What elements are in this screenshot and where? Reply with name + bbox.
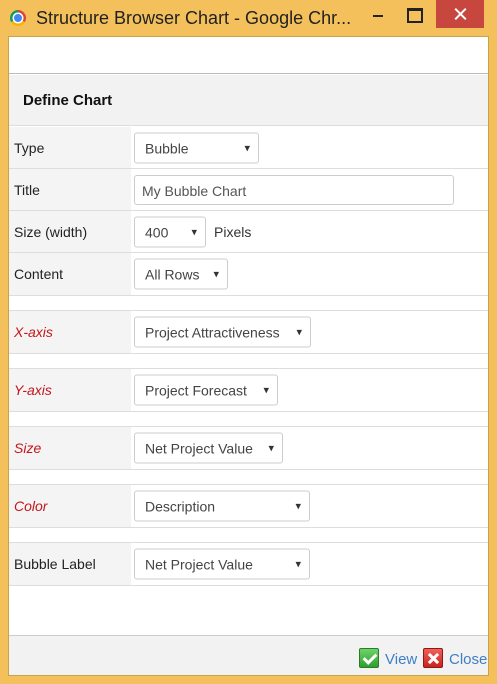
chevron-down-icon: ▾: [191, 226, 197, 238]
color-value: Description: [145, 498, 216, 515]
chevron-down-icon: ▾: [268, 442, 274, 455]
label-cell: Type: [9, 127, 131, 168]
bubble-label-select[interactable]: Net Project Value ▾: [134, 548, 310, 580]
size-value: Net Project Value: [145, 440, 253, 457]
size-label: Size: [14, 440, 42, 456]
window-close-button[interactable]: [436, 0, 484, 28]
x-axis-row: X-axis Project Attractiveness ▾: [9, 311, 488, 354]
close-label: Close: [449, 651, 488, 668]
y-axis-label: Y-axis: [14, 382, 52, 398]
content-value: All Rows: [145, 266, 200, 283]
view-label: View: [385, 651, 418, 668]
label-cell: Y-axis: [9, 369, 131, 411]
size-width-label: Size (width): [14, 223, 88, 240]
bubble-label-label: Bubble Label: [14, 556, 96, 572]
define-chart-header: Define Chart: [9, 75, 488, 126]
size-width-row: Size (width) 400 ▾ Pixels: [9, 211, 488, 253]
label-cell: Size: [9, 427, 131, 469]
close-button[interactable]: Close: [423, 648, 489, 668]
size-row: Size Net Project Value ▾: [9, 427, 488, 470]
x-axis-value: Project Attractiveness: [145, 324, 280, 341]
title-value: My Bubble Chart: [142, 182, 247, 199]
content-label: Content: [14, 266, 64, 282]
top-strip: [9, 37, 488, 74]
window-titlebar[interactable]: Structure Browser Chart - Google Chr...: [0, 0, 497, 36]
color-select[interactable]: Description ▾: [134, 490, 310, 522]
label-cell: Color: [9, 485, 131, 527]
x-axis-select[interactable]: Project Attractiveness ▾: [134, 316, 311, 348]
size-width-value: 400: [145, 224, 169, 240]
section-spacer: [9, 412, 488, 427]
type-select[interactable]: Bubble ▾: [134, 132, 259, 163]
window-title: Structure Browser Chart - Google Chr...: [36, 8, 352, 28]
title-label: Title: [14, 181, 40, 198]
label-cell: Size (width): [9, 211, 131, 252]
x-axis-label: X-axis: [14, 324, 53, 340]
label-cell: X-axis: [9, 311, 131, 353]
chevron-down-icon: ▾: [213, 268, 219, 281]
size-width-select[interactable]: 400 ▾: [134, 216, 206, 247]
chrome-icon: [10, 10, 26, 26]
dialog-footer: View Close: [9, 635, 488, 675]
title-row: Title My Bubble Chart: [9, 169, 488, 211]
content-select[interactable]: All Rows ▾: [134, 258, 228, 290]
chevron-down-icon: ▾: [296, 326, 302, 339]
label-cell: Title: [9, 169, 131, 210]
maximize-button[interactable]: [398, 0, 428, 28]
size-select[interactable]: Net Project Value ▾: [134, 432, 283, 464]
size-width-unit: Pixels: [214, 223, 252, 240]
check-icon: [359, 648, 379, 668]
chevron-down-icon: ▾: [263, 384, 269, 397]
view-button[interactable]: View: [359, 648, 419, 668]
page-title: Define Chart: [23, 92, 113, 109]
y-axis-row: Y-axis Project Forecast ▾: [9, 369, 488, 412]
y-axis-value: Project Forecast: [145, 382, 247, 399]
bubble-label-value: Net Project Value: [145, 556, 253, 573]
close-x-icon: [423, 648, 443, 668]
type-value: Bubble: [145, 140, 189, 156]
section-spacer: [9, 470, 488, 485]
color-row: Color Description ▾: [9, 485, 488, 528]
section-spacer: [9, 354, 488, 369]
bubble-label-row: Bubble Label Net Project Value ▾: [9, 543, 488, 586]
section-spacer: [9, 528, 488, 543]
title-input[interactable]: My Bubble Chart: [134, 174, 454, 205]
content-row: Content All Rows ▾: [9, 253, 488, 296]
section-spacer: [9, 296, 488, 311]
minimize-button[interactable]: [363, 0, 393, 28]
chevron-down-icon: ▾: [295, 500, 301, 513]
y-axis-select[interactable]: Project Forecast ▾: [134, 374, 278, 406]
type-row: Type Bubble ▾: [9, 127, 488, 169]
type-label: Type: [14, 139, 45, 156]
dialog-content: Define Chart Type Bubble ▾ Title My Bubb…: [8, 36, 489, 676]
label-cell: Content: [9, 253, 131, 295]
chevron-down-icon: ▾: [244, 142, 250, 154]
chevron-down-icon: ▾: [295, 558, 301, 571]
color-label: Color: [14, 498, 48, 514]
label-cell: Bubble Label: [9, 543, 131, 585]
